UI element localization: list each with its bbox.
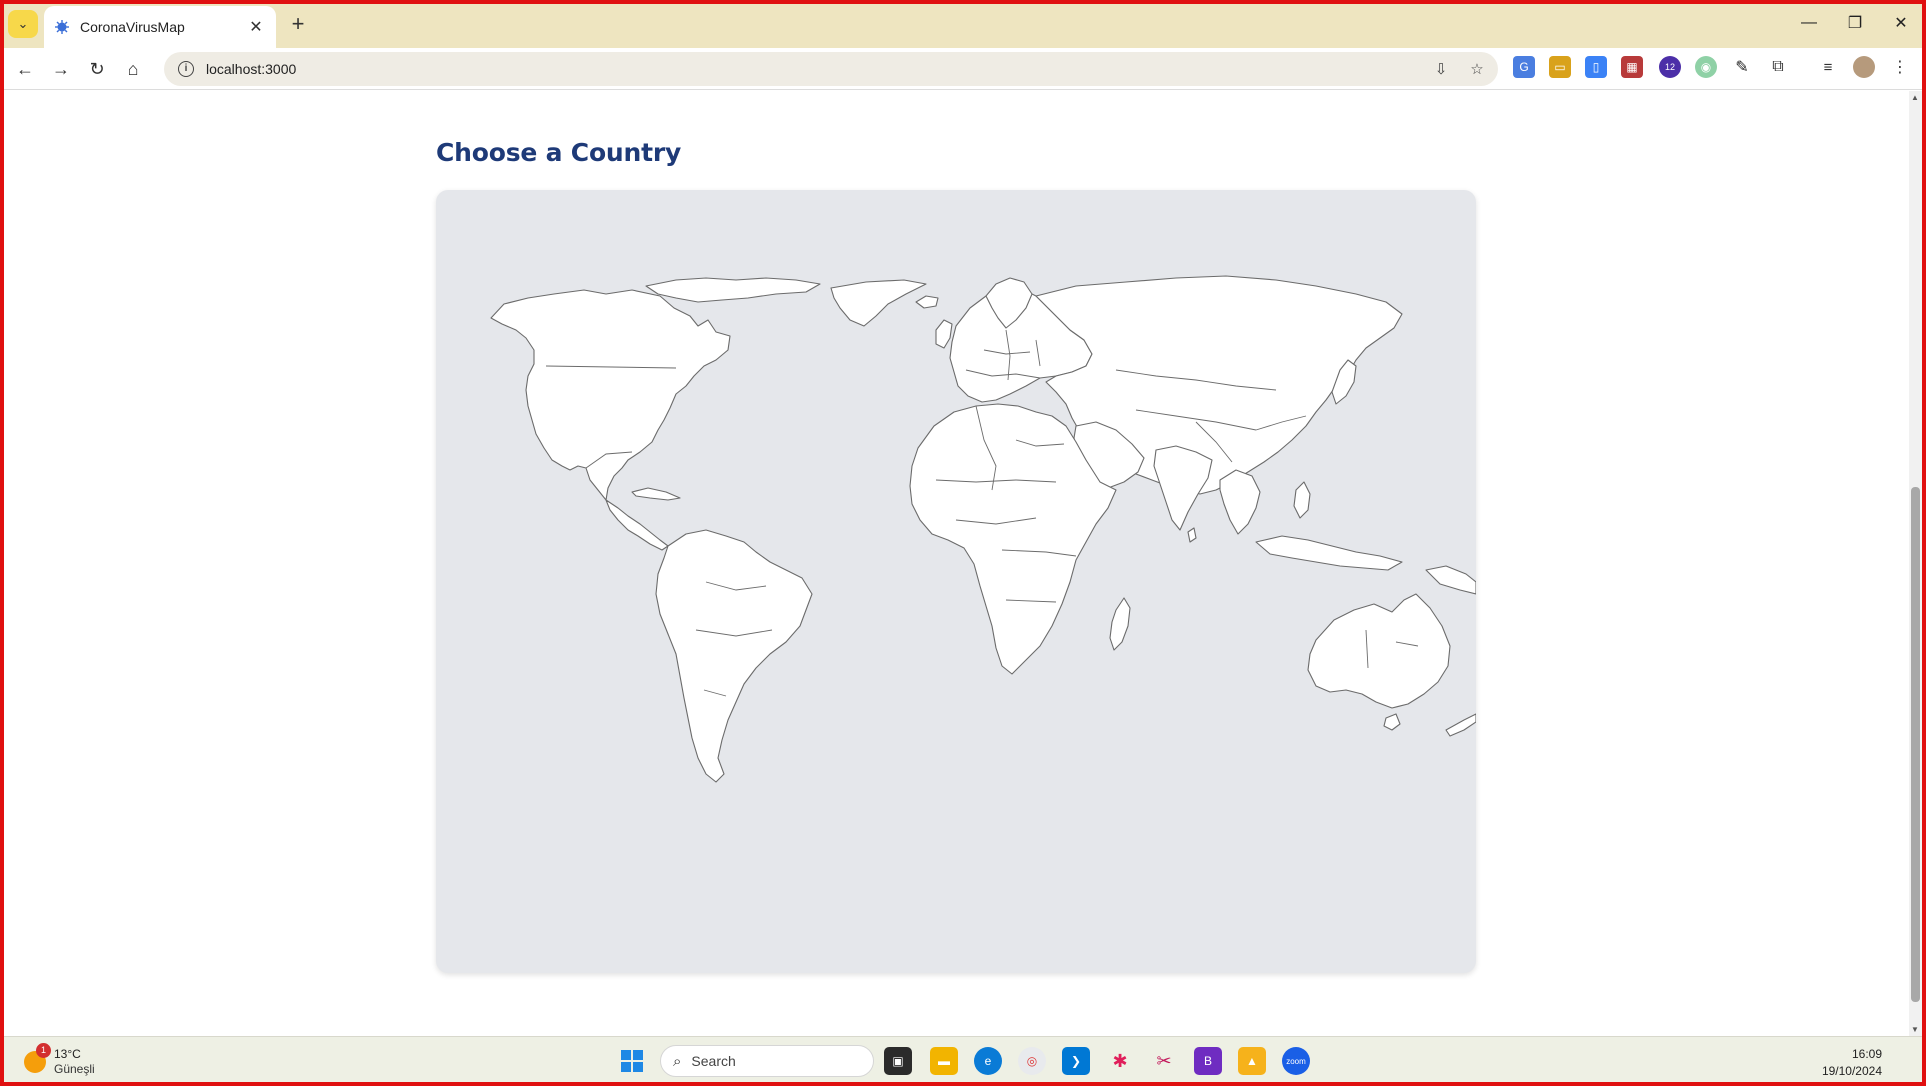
education-extension-icon[interactable]: 12 <box>1659 56 1681 78</box>
slack-icon[interactable]: ✱ <box>1106 1047 1134 1075</box>
calendar-extension-icon[interactable]: ▦ <box>1621 56 1643 78</box>
back-icon[interactable]: ← <box>10 54 40 84</box>
country-papua-new-guinea[interactable] <box>1425 565 1476 595</box>
scrollbar-thumb[interactable] <box>1911 487 1920 1002</box>
chevron-down-icon: ⌄ <box>17 16 29 31</box>
install-app-icon[interactable]: ⇩ <box>1432 60 1450 78</box>
country-tasmania[interactable] <box>1383 713 1401 731</box>
weather-condition: Güneşli <box>54 1062 95 1076</box>
eyedropper-icon[interactable]: ✎ <box>1731 56 1753 78</box>
forward-icon[interactable]: → <box>46 54 76 84</box>
tab-strip: ⌄ CoronaVirusMap ✕ + — ❐ ✕ <box>0 0 1926 48</box>
wallet-extension-icon[interactable]: ▭ <box>1549 56 1571 78</box>
site-info-icon[interactable]: i <box>178 61 194 77</box>
task-view-icon[interactable]: ▣ <box>884 1047 912 1075</box>
bootstrap-icon[interactable]: B <box>1194 1047 1222 1075</box>
scroll-down-icon[interactable]: ▼ <box>1911 1025 1919 1034</box>
taskbar-search[interactable]: ⌕ Search <box>660 1045 874 1077</box>
firebase-icon[interactable]: ▲ <box>1238 1047 1266 1075</box>
country-madagascar[interactable] <box>1109 597 1131 651</box>
country-new-zealand[interactable] <box>1445 713 1476 737</box>
system-clock[interactable]: 16:09 19/10/2024 <box>1822 1046 1882 1080</box>
country-philippines[interactable] <box>1293 481 1311 519</box>
windows-start-icon[interactable] <box>618 1047 646 1075</box>
tab-title: CoronaVirusMap <box>80 19 185 35</box>
scroll-up-icon[interactable]: ▲ <box>1911 93 1919 102</box>
translate-extension-icon[interactable]: G <box>1513 56 1535 78</box>
tab-search-button[interactable]: ⌄ <box>8 10 38 38</box>
country-sri-lanka[interactable] <box>1187 527 1197 543</box>
windows-taskbar: 1 13°C Güneşli ⌕ Search ▣ ▬ e ◎ ❯ ✱ ✂ B … <box>0 1036 1926 1086</box>
color-extension-icon[interactable]: ◉ <box>1695 56 1717 78</box>
virus-favicon-icon <box>55 20 69 34</box>
country-southeast-asia[interactable] <box>1219 469 1261 535</box>
weather-widget[interactable]: 1 13°C Güneşli <box>24 1043 95 1077</box>
tab-close-icon[interactable]: ✕ <box>246 17 266 37</box>
extensions-puzzle-icon[interactable]: ⧉ <box>1767 56 1789 78</box>
country-greenland[interactable] <box>830 279 927 327</box>
edge-icon[interactable]: e <box>974 1047 1002 1075</box>
country-australia[interactable] <box>1307 593 1451 709</box>
country-cuba[interactable] <box>631 487 681 501</box>
media-controls-icon[interactable]: ≡ <box>1817 56 1839 78</box>
country-indonesia[interactable] <box>1255 535 1403 571</box>
page-title: Choose a Country <box>436 138 682 167</box>
extension-badge: 12 <box>1664 62 1675 72</box>
weather-temperature: 13°C <box>54 1047 81 1061</box>
country-iceland[interactable] <box>915 295 939 309</box>
maximize-button[interactable]: ❐ <box>1832 0 1878 46</box>
country-central-america[interactable] <box>605 499 669 551</box>
chrome-icon[interactable]: ◎ <box>1018 1047 1046 1075</box>
page-scrollbar[interactable]: ▲ ▼ <box>1909 91 1922 1036</box>
url-text[interactable]: localhost:3000 <box>206 61 296 77</box>
search-icon: ⌕ <box>673 1052 682 1070</box>
minimize-button[interactable]: — <box>1786 0 1832 46</box>
country-south-america[interactable] <box>655 529 813 783</box>
active-app-indicator <box>1024 1082 1040 1085</box>
reader-extension-icon[interactable]: ▯ <box>1585 56 1607 78</box>
new-tab-button[interactable]: + <box>284 10 312 38</box>
profile-avatar[interactable] <box>1853 56 1875 78</box>
clock-date: 19/10/2024 <box>1821 1064 1882 1078</box>
taskbar-search-label: Search <box>691 1053 736 1069</box>
sun-icon: 1 <box>24 1043 51 1073</box>
world-map[interactable] <box>436 190 1476 973</box>
address-bar[interactable]: i localhost:3000 ⇩ ☆ <box>164 52 1498 86</box>
zoom-icon[interactable]: zoom <box>1282 1047 1310 1075</box>
world-map-svg[interactable] <box>436 190 1476 973</box>
country-united-kingdom[interactable] <box>935 319 953 349</box>
notification-badge: 1 <box>36 1043 51 1058</box>
country-canada-arctic[interactable] <box>645 277 821 303</box>
close-window-button[interactable]: ✕ <box>1878 0 1924 46</box>
browser-tab[interactable]: CoronaVirusMap ✕ <box>44 6 276 48</box>
menu-kebab-icon[interactable]: ⋮ <box>1889 56 1911 78</box>
clock-time: 16:09 <box>1851 1047 1882 1061</box>
reload-icon[interactable]: ↻ <box>82 54 112 84</box>
home-icon[interactable]: ⌂ <box>118 54 148 84</box>
page-content: Choose a Country <box>4 91 1909 1036</box>
country-north-america[interactable] <box>490 289 731 501</box>
bookmark-star-icon[interactable]: ☆ <box>1468 60 1486 78</box>
snipping-tool-icon[interactable]: ✂ <box>1150 1047 1178 1075</box>
file-explorer-icon[interactable]: ▬ <box>930 1047 958 1075</box>
vscode-icon[interactable]: ❯ <box>1062 1047 1090 1075</box>
